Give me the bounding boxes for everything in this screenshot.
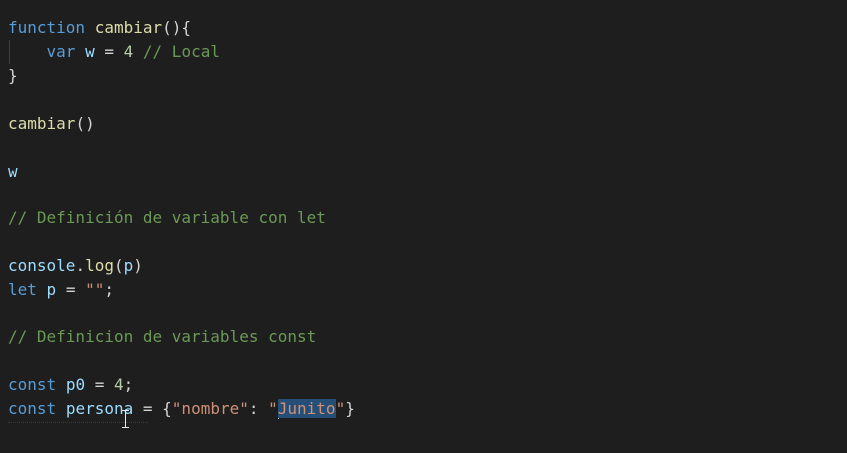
code-line-7[interactable]: w: [8, 160, 18, 184]
code-line-14[interactable]: // Definicion de variables const: [8, 325, 316, 349]
comment: // Local: [142, 42, 220, 61]
code-line-9[interactable]: // Definición de variable con let: [8, 206, 326, 230]
comment: // Definicion de variables const: [8, 327, 317, 346]
text-ibeam-icon: [122, 410, 129, 428]
keyword-const: const: [8, 375, 57, 394]
code-line-11[interactable]: console.log(p): [8, 254, 143, 278]
function-name: cambiar: [94, 18, 163, 37]
code-line-12[interactable]: let p = "";: [8, 278, 114, 302]
code-line-2[interactable]: var w = 4 // Local: [8, 40, 220, 64]
keyword-const: const: [8, 399, 57, 418]
comment: // Definición de variable con let: [8, 208, 326, 227]
operator: =: [85, 375, 114, 394]
function-call: cambiar: [8, 114, 76, 133]
code-editor[interactable]: function cambiar(){ var w = 4 // Local }…: [0, 0, 847, 453]
variable-w: w: [8, 162, 18, 181]
brace-open: {: [162, 399, 172, 418]
code-line-17[interactable]: const persona = {"nombre": "Junito"}: [8, 397, 355, 421]
keyword-var: var: [46, 42, 76, 61]
code-line-16[interactable]: const p0 = 4;: [8, 373, 133, 397]
semicolon: ;: [104, 280, 114, 299]
keyword-function: function: [8, 18, 86, 37]
number-literal: 4: [123, 42, 134, 61]
brace-close: }: [345, 399, 355, 418]
string-quote-open: ": [268, 399, 278, 418]
paren-open: (: [113, 256, 124, 275]
code-line-5[interactable]: cambiar(): [8, 112, 95, 136]
operator: =: [133, 399, 163, 418]
keyword-let: let: [8, 280, 37, 299]
selected-text[interactable]: Junito: [277, 399, 336, 418]
variable-w: w: [85, 42, 95, 61]
semicolon: ;: [123, 375, 134, 394]
code-line-3[interactable]: }: [8, 64, 18, 88]
string-quote-close: ": [335, 399, 346, 418]
punctuation: (): [75, 114, 95, 133]
operator: =: [56, 280, 86, 299]
method-log: log: [85, 256, 114, 275]
colon: :: [248, 399, 269, 418]
argument-p: p: [123, 256, 134, 275]
punctuation: }: [8, 66, 18, 85]
variable-p: p: [46, 280, 57, 299]
punctuation: (){: [162, 18, 192, 37]
variable-p0: p0: [65, 375, 86, 394]
object-key: "nombre": [171, 399, 249, 418]
console-object: console: [8, 256, 76, 275]
dot: .: [75, 256, 86, 275]
string-literal: "": [85, 280, 105, 299]
paren-close: ): [133, 256, 143, 275]
number-literal: 4: [113, 375, 124, 394]
operator: =: [94, 42, 124, 61]
code-line-1[interactable]: function cambiar(){: [8, 16, 191, 40]
